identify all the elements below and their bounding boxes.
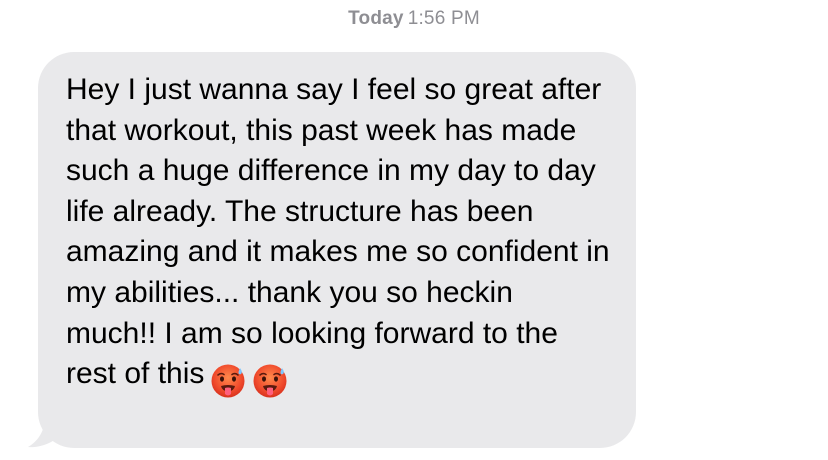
message-body: Hey I just wanna say I feel so great aft…: [66, 70, 610, 401]
message-text: Hey I just wanna say I feel so great aft…: [66, 73, 610, 391]
hot-face-emoji-icon: [211, 364, 245, 398]
timestamp-day: Today: [348, 8, 404, 29]
emoji-group: [210, 360, 294, 401]
hot-face-emoji-icon: [253, 364, 287, 398]
message-timestamp: Today 1:56 PM: [0, 8, 828, 30]
incoming-message-bubble[interactable]: Hey I just wanna say I feel so great aft…: [38, 52, 636, 448]
timestamp-time: 1:56 PM: [407, 8, 480, 29]
message-thread: Today 1:56 PM Hey I just wanna say I feel…: [0, 0, 828, 460]
